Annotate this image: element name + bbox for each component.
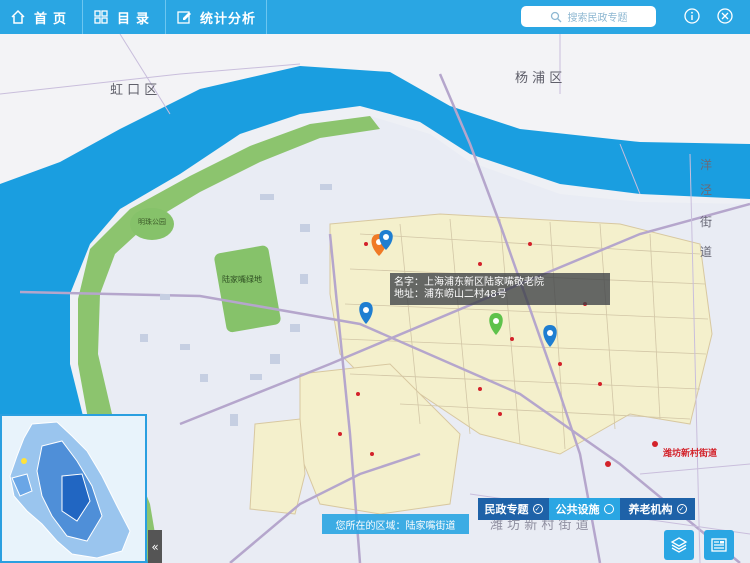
info-icon[interactable]	[684, 8, 700, 24]
tooltip-name: 名字：上海浦东新区陆家嘴敬老院	[394, 277, 544, 288]
overview-minimap[interactable]	[0, 414, 147, 563]
street-label-yangjing-3: 街	[700, 215, 712, 229]
search-icon	[550, 11, 561, 22]
home-icon	[11, 9, 25, 24]
nav-stats-button[interactable]: 统计分析	[166, 0, 268, 34]
current-region-bar: 您所在的区域：陆家嘴街道	[322, 514, 469, 534]
district-label-hongkou: 虹 口 区	[110, 83, 157, 98]
marker-info-tooltip: 名字：上海浦东新区陆家嘴敬老院 地址：浦东崂山二村48号	[390, 273, 610, 305]
report-button[interactable]	[704, 530, 734, 560]
current-region-text: 您所在的区域：陆家嘴街道	[335, 520, 456, 532]
shanghai-overview-map	[9, 421, 131, 559]
street-label-yangjing-2: 泾	[700, 183, 712, 197]
filter-civil-button[interactable]: 民政专题 ✓	[478, 498, 549, 520]
collapse-minimap-button[interactable]: «	[148, 530, 162, 563]
district-label-yangpu: 杨 浦 区	[515, 71, 562, 86]
filter-elderly-label: 养老机构	[628, 503, 673, 516]
circle-icon	[603, 504, 614, 514]
check-icon: ✓	[676, 504, 687, 514]
nav-home-button[interactable]: 首页	[0, 0, 84, 34]
nav-catalog-button[interactable]: 目录	[83, 0, 167, 34]
park-label-lujiazui: 陆家嘴绿地	[222, 274, 262, 284]
nav-stats-label: 统计分析	[200, 11, 257, 27]
check-icon: ✓	[532, 504, 543, 514]
document-icon	[711, 538, 727, 552]
layers-icon	[670, 537, 688, 553]
tooltip-address: 地址：浦东崂山二村48号	[394, 289, 507, 300]
layer-filter-bar: 民政专题 ✓ 公共设施 养老机构 ✓	[478, 498, 695, 520]
edit-icon	[177, 11, 192, 24]
nav-catalog-label: 目录	[117, 11, 156, 27]
nav-home-label: 首页	[34, 11, 73, 27]
chevron-left-icon: «	[151, 539, 159, 554]
search-input[interactable]: 搜索民政专题	[521, 6, 656, 27]
filter-public-label: 公共设施	[555, 503, 600, 516]
park-label-mingzhu: 明珠公园	[138, 217, 166, 226]
close-icon[interactable]	[717, 8, 733, 24]
filter-civil-label: 民政专题	[484, 503, 529, 516]
street-label-yangjing-1: 洋	[700, 157, 712, 172]
filter-elderly-button[interactable]: 养老机构 ✓	[620, 498, 695, 520]
search-placeholder: 搜索民政专题	[567, 13, 628, 24]
grid-icon	[94, 10, 108, 24]
street-label-weifang: 潍坊新村街道	[663, 447, 717, 459]
layers-button[interactable]	[664, 530, 694, 560]
filter-public-button[interactable]: 公共设施	[549, 498, 620, 520]
street-label-yangjing-4: 道	[700, 245, 712, 259]
